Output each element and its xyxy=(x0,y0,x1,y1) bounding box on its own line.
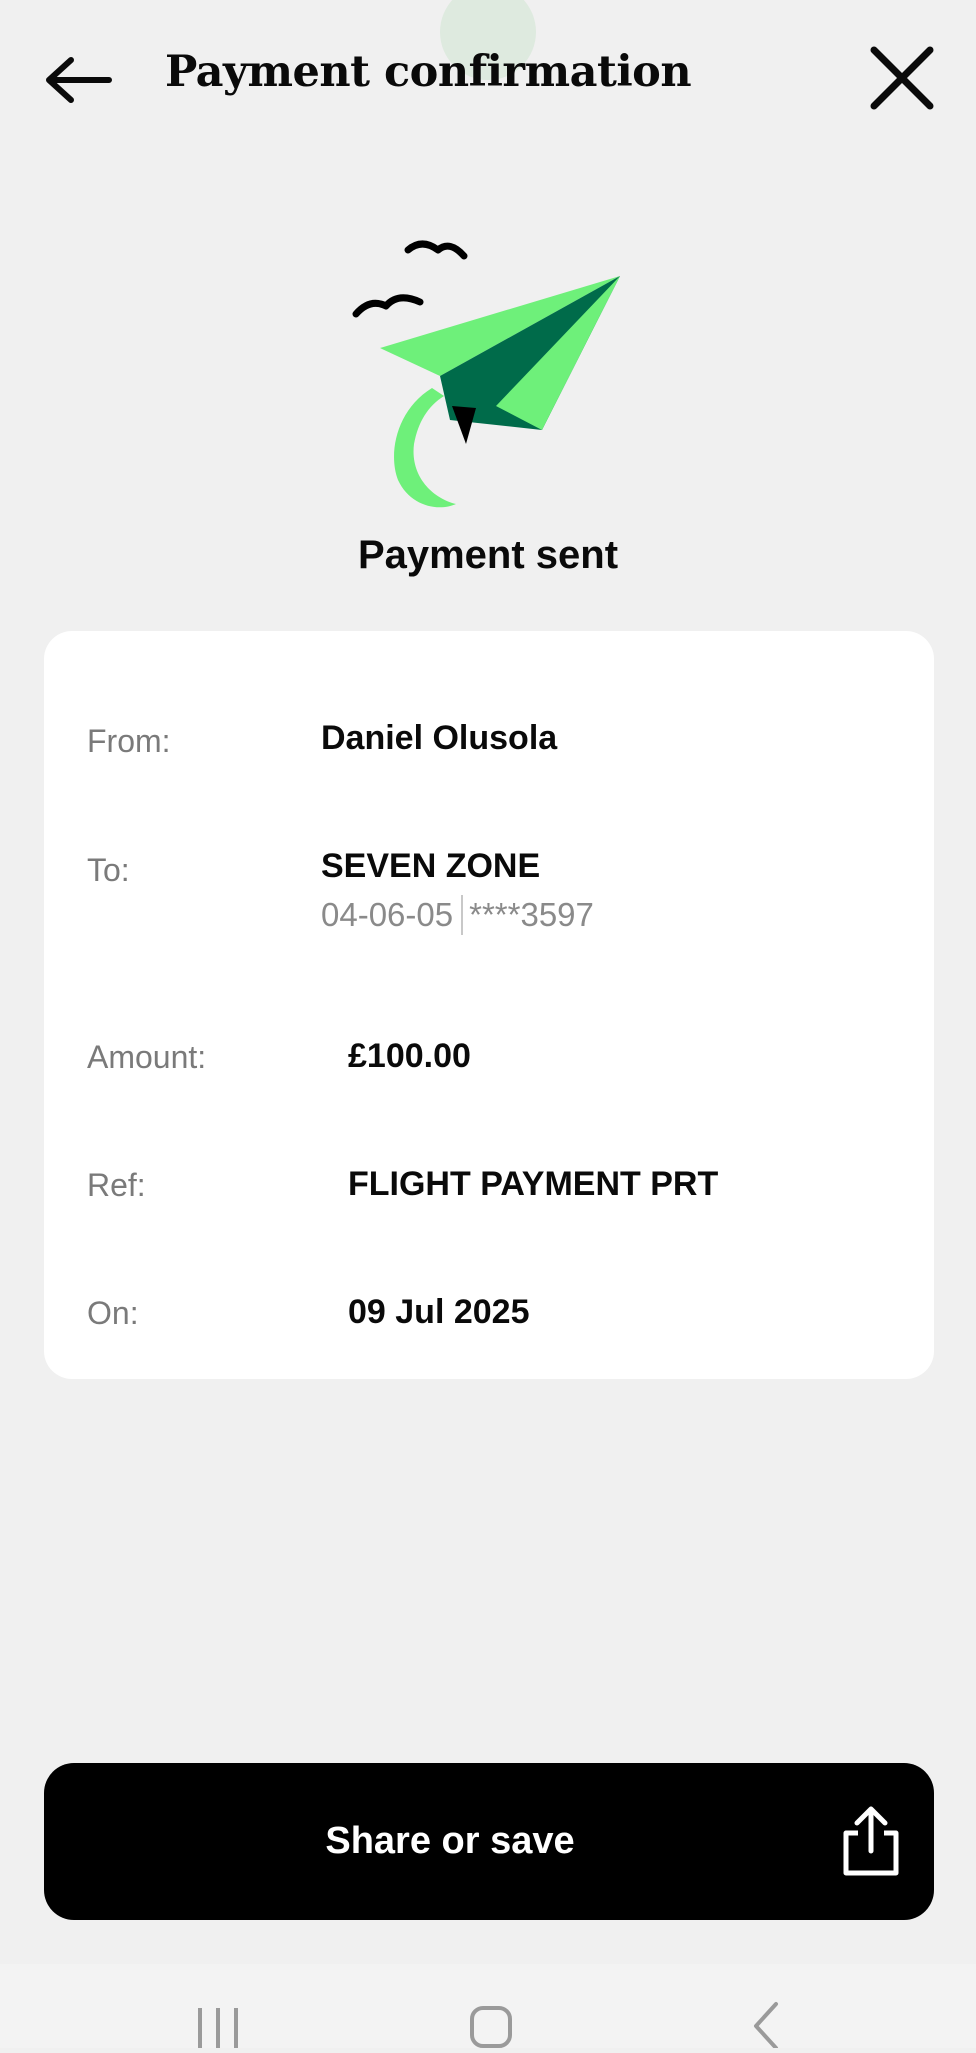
ref-label: Ref: xyxy=(87,1167,146,1203)
home-button[interactable] xyxy=(446,1988,536,2048)
on-label: On: xyxy=(87,1295,139,1331)
payment-status-label: Payment sent xyxy=(357,533,619,577)
back-button[interactable] xyxy=(38,40,118,120)
close-button[interactable] xyxy=(860,36,944,120)
close-icon xyxy=(870,46,934,110)
account-number: ****3597 xyxy=(469,896,594,933)
amount-value: £100.00 xyxy=(348,1037,471,1075)
back-chevron-icon xyxy=(754,2002,778,2050)
page-title: Payment confirmation xyxy=(165,47,692,97)
recents-icon xyxy=(198,2008,238,2048)
account-separator xyxy=(461,895,464,935)
account-details: 04-06-05 ****3597 xyxy=(321,893,594,937)
to-label: To: xyxy=(87,852,130,888)
home-icon xyxy=(470,2006,512,2048)
sort-code: 04-06-05 xyxy=(321,896,454,933)
header: Payment confirmation xyxy=(0,0,976,150)
share-or-save-button[interactable]: Share or save xyxy=(44,1763,934,1920)
system-navigation-bar xyxy=(0,1964,976,2050)
to-value: SEVEN ZONE xyxy=(321,847,541,885)
recents-button[interactable] xyxy=(173,1988,263,2048)
ref-value: FLIGHT PAYMENT PRT xyxy=(348,1165,719,1203)
paper-plane-illustration xyxy=(340,230,640,520)
arrow-left-icon xyxy=(46,57,112,103)
from-value: Daniel Olusola xyxy=(321,719,558,757)
amount-label: Amount: xyxy=(87,1039,207,1075)
on-value: 09 Jul 2025 xyxy=(348,1293,530,1331)
payment-details-card: From: Daniel Olusola To: SEVEN ZONE 04-0… xyxy=(44,631,934,1379)
share-or-save-label: Share or save xyxy=(325,1820,575,1862)
from-label: From: xyxy=(87,723,171,759)
share-icon xyxy=(843,1806,899,1876)
back-nav-button[interactable] xyxy=(720,1988,810,2050)
